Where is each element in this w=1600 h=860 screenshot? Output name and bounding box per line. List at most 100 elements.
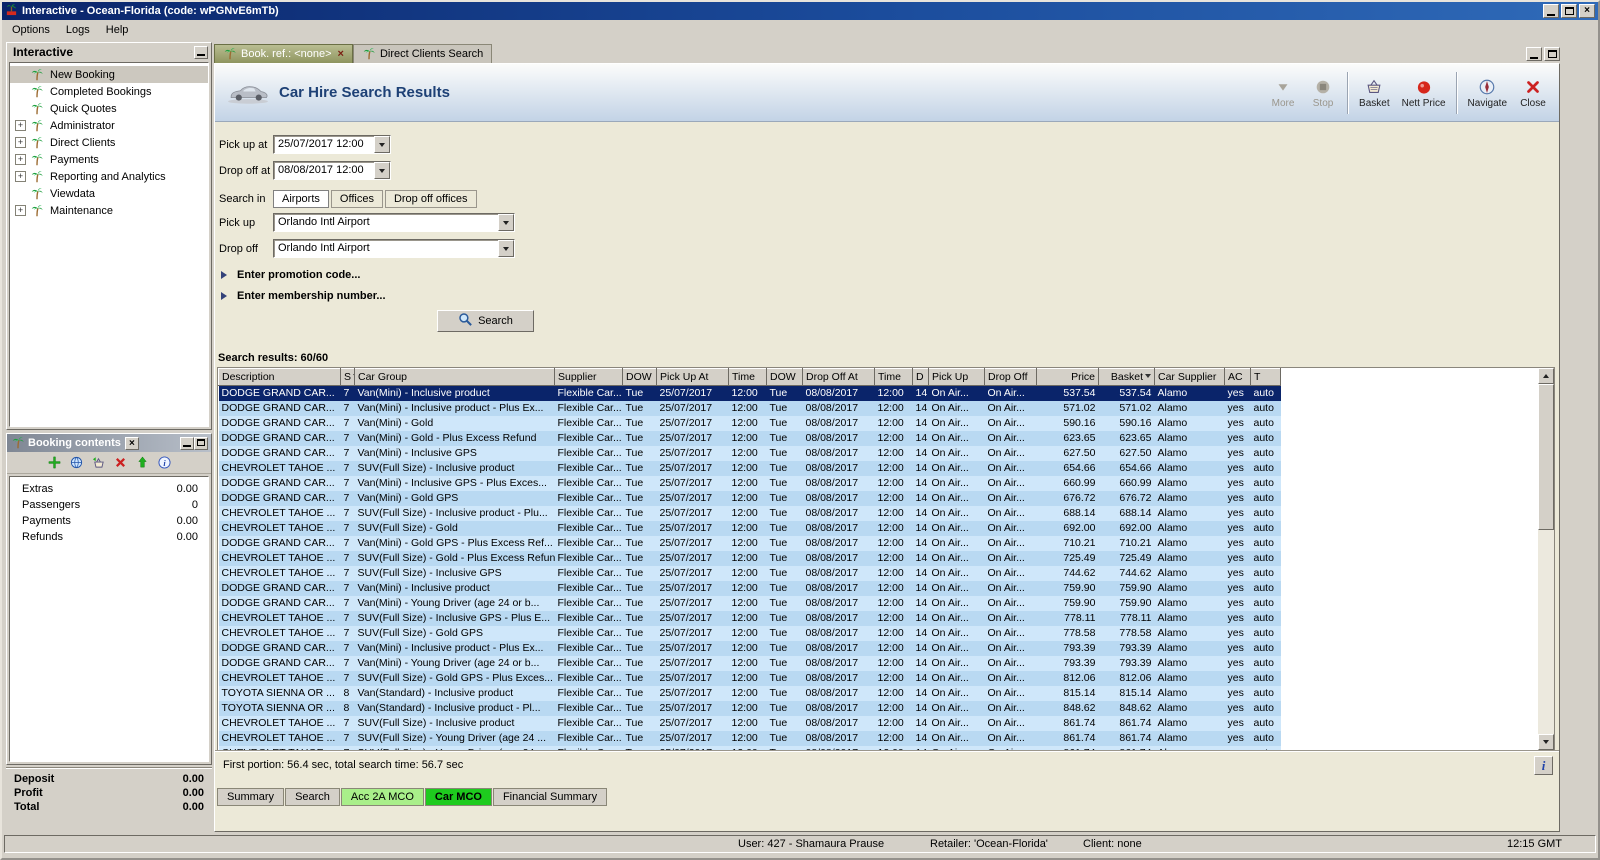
result-cell[interactable]: Alamo: [1155, 566, 1225, 581]
result-cell[interactable]: Tue: [623, 686, 657, 701]
result-cell[interactable]: Flexible Car...: [555, 626, 623, 641]
result-cell[interactable]: 537.54: [1037, 386, 1099, 401]
result-cell[interactable]: On Air...: [929, 521, 985, 536]
dropoff-combo[interactable]: Orlando Intl Airport: [273, 239, 515, 258]
result-cell[interactable]: Alamo: [1155, 446, 1225, 461]
result-cell[interactable]: auto: [1251, 611, 1281, 626]
result-cell[interactable]: 12:00: [875, 611, 913, 626]
pickup-combo[interactable]: Orlando Intl Airport: [273, 213, 515, 232]
result-cell[interactable]: On Air...: [985, 656, 1037, 671]
result-cell[interactable]: yes: [1225, 641, 1251, 656]
result-cell[interactable]: On Air...: [985, 521, 1037, 536]
result-cell[interactable]: 08/08/2017: [803, 611, 875, 626]
result-cell[interactable]: SUV(Full Size) - Inclusive GPS - Plus E.…: [355, 611, 555, 626]
result-cell[interactable]: 25/07/2017: [657, 566, 729, 581]
result-cell[interactable]: 627.50: [1099, 446, 1155, 461]
result-cell[interactable]: 676.72: [1037, 491, 1099, 506]
result-cell[interactable]: DODGE GRAND CAR...: [219, 401, 341, 416]
result-cell[interactable]: 12:00: [875, 626, 913, 641]
info-button[interactable]: i: [1534, 756, 1553, 775]
result-row[interactable]: DODGE GRAND CAR...7Van(Mini) - Inclusive…: [219, 401, 1281, 416]
result-row[interactable]: CHEVROLET TAHOE ...7SUV(Full Size) - Gol…: [219, 551, 1281, 566]
result-cell[interactable]: Tue: [767, 386, 803, 401]
result-cell[interactable]: 25/07/2017: [657, 611, 729, 626]
result-cell[interactable]: 654.66: [1099, 461, 1155, 476]
result-cell[interactable]: 7: [341, 416, 355, 431]
result-cell[interactable]: 793.39: [1037, 656, 1099, 671]
column-header-drop-off-12[interactable]: Drop Off: [985, 369, 1037, 386]
result-cell[interactable]: On Air...: [929, 731, 985, 746]
result-cell[interactable]: 861.74: [1099, 716, 1155, 731]
result-cell[interactable]: auto: [1251, 416, 1281, 431]
result-cell[interactable]: Flexible Car...: [555, 581, 623, 596]
result-cell[interactable]: Tue: [767, 521, 803, 536]
mdi-restore-button[interactable]: [1544, 47, 1560, 61]
search-in-tab-drop-off-offices[interactable]: Drop off offices: [385, 190, 477, 208]
titlebar[interactable]: Interactive - Ocean-Florida (code: wPGNv…: [2, 2, 1598, 20]
result-cell[interactable]: 14: [913, 596, 929, 611]
result-cell[interactable]: DODGE GRAND CAR...: [219, 446, 341, 461]
result-cell[interactable]: SUV(Full Size) - Gold GPS - Plus Exces..…: [355, 671, 555, 686]
result-cell[interactable]: 12:00: [875, 416, 913, 431]
column-header-dow-7[interactable]: DOW: [767, 369, 803, 386]
result-cell[interactable]: 14: [913, 491, 929, 506]
result-cell[interactable]: 7: [341, 656, 355, 671]
result-cell[interactable]: 25/07/2017: [657, 581, 729, 596]
booking-minimize-button[interactable]: [180, 437, 194, 450]
result-cell[interactable]: 14: [913, 701, 929, 716]
result-cell[interactable]: Tue: [767, 626, 803, 641]
result-cell[interactable]: auto: [1251, 686, 1281, 701]
result-cell[interactable]: 14: [913, 626, 929, 641]
result-cell[interactable]: Alamo: [1155, 656, 1225, 671]
result-cell[interactable]: 7: [341, 476, 355, 491]
result-cell[interactable]: 08/08/2017: [803, 566, 875, 581]
result-cell[interactable]: 12:00: [875, 506, 913, 521]
result-cell[interactable]: 12:00: [729, 431, 767, 446]
result-cell[interactable]: 12:00: [729, 506, 767, 521]
result-cell[interactable]: 08/08/2017: [803, 701, 875, 716]
result-cell[interactable]: On Air...: [985, 476, 1037, 491]
result-cell[interactable]: 14: [913, 551, 929, 566]
result-cell[interactable]: 08/08/2017: [803, 686, 875, 701]
result-cell[interactable]: 08/08/2017: [803, 416, 875, 431]
result-cell[interactable]: On Air...: [929, 596, 985, 611]
result-cell[interactable]: 12:00: [729, 521, 767, 536]
result-cell[interactable]: yes: [1225, 716, 1251, 731]
result-cell[interactable]: auto: [1251, 656, 1281, 671]
result-cell[interactable]: auto: [1251, 491, 1281, 506]
result-cell[interactable]: auto: [1251, 716, 1281, 731]
promo-code-expander[interactable]: Enter promotion code...: [221, 269, 360, 281]
result-cell[interactable]: Van(Mini) - Young Driver (age 24 or b...: [355, 656, 555, 671]
result-cell[interactable]: On Air...: [929, 446, 985, 461]
result-cell[interactable]: 08/08/2017: [803, 626, 875, 641]
menu-logs[interactable]: Logs: [58, 22, 98, 38]
result-cell[interactable]: Flexible Car...: [555, 596, 623, 611]
result-cell[interactable]: On Air...: [985, 671, 1037, 686]
result-cell[interactable]: auto: [1251, 386, 1281, 401]
result-cell[interactable]: Flexible Car...: [555, 476, 623, 491]
result-cell[interactable]: yes: [1225, 506, 1251, 521]
result-cell[interactable]: 25/07/2017: [657, 731, 729, 746]
sidebar-item-maintenance[interactable]: +Maintenance: [10, 202, 208, 219]
result-cell[interactable]: 654.66: [1037, 461, 1099, 476]
result-cell[interactable]: Tue: [767, 611, 803, 626]
column-header-time-6[interactable]: Time: [729, 369, 767, 386]
result-row[interactable]: DODGE GRAND CAR...7Van(Mini) - Gold GPSF…: [219, 491, 1281, 506]
result-cell[interactable]: Tue: [623, 461, 657, 476]
info-button[interactable]: i: [158, 456, 171, 469]
result-cell[interactable]: 848.62: [1037, 701, 1099, 716]
tab-direct-clients-search[interactable]: Direct Clients Search: [353, 44, 492, 63]
result-cell[interactable]: 12:00: [729, 626, 767, 641]
result-cell[interactable]: auto: [1251, 596, 1281, 611]
result-cell[interactable]: 7: [341, 461, 355, 476]
result-cell[interactable]: Tue: [623, 701, 657, 716]
pickup-dropdown-icon[interactable]: [498, 214, 514, 231]
result-cell[interactable]: Alamo: [1155, 731, 1225, 746]
sidebar-item-reporting-and-analytics[interactable]: +Reporting and Analytics: [10, 168, 208, 185]
result-cell[interactable]: Tue: [767, 476, 803, 491]
result-cell[interactable]: Tue: [767, 431, 803, 446]
dropoff-dropdown-icon[interactable]: [498, 240, 514, 257]
result-row[interactable]: CHEVROLET TAHOE ...7SUV(Full Size) - Gol…: [219, 626, 1281, 641]
result-cell[interactable]: 725.49: [1037, 551, 1099, 566]
result-cell[interactable]: Alamo: [1155, 701, 1225, 716]
